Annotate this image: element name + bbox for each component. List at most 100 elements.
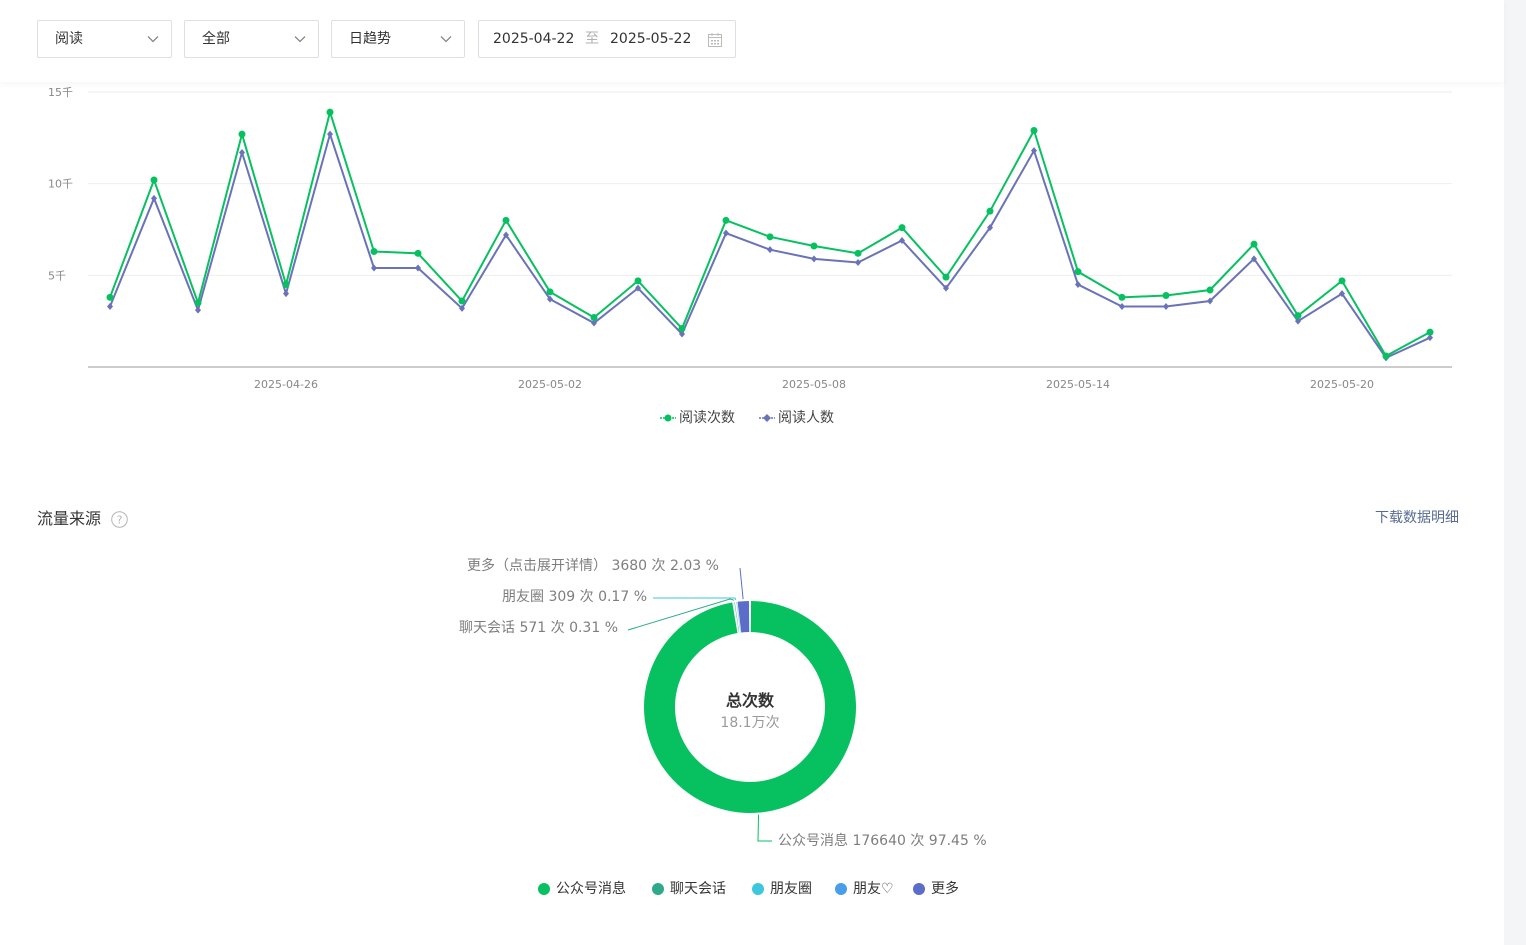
x-tick-label: 2025-05-14 <box>1046 378 1110 391</box>
y-tick-label: 5千 <box>48 269 66 282</box>
calendar-icon <box>708 33 722 47</box>
svg-text:?: ? <box>117 514 123 527</box>
donut-slice <box>737 601 750 633</box>
date-start-input[interactable]: 2025-04-22 <box>493 21 574 57</box>
data-point <box>371 264 377 272</box>
chevron-down-icon <box>440 36 452 43</box>
data-point <box>1074 268 1082 276</box>
slice-label-moments: 朋友圈 309 次 0.17 % <box>502 589 647 605</box>
date-end-input[interactable]: 2025-05-22 <box>610 21 691 57</box>
data-point <box>195 306 201 314</box>
metric-select-value: 阅读 <box>55 31 83 47</box>
scrollbar[interactable] <box>1504 0 1526 945</box>
date-separator: 至 <box>585 31 599 47</box>
data-point <box>1206 286 1214 294</box>
data-point <box>327 130 333 138</box>
data-point <box>678 325 686 332</box>
legend-dot <box>835 883 847 895</box>
data-point <box>1162 292 1170 299</box>
data-point <box>986 207 994 215</box>
leader-line <box>739 567 744 600</box>
legend-dot <box>752 883 764 895</box>
data-point <box>767 246 773 254</box>
granularity-select[interactable]: 日趋势 <box>331 20 465 58</box>
metric-select[interactable]: 阅读 <box>37 20 172 58</box>
data-point <box>810 242 818 250</box>
traffic-source-title: 流量来源 <box>37 509 102 528</box>
data-point <box>811 255 817 263</box>
data-point <box>1119 303 1125 310</box>
data-point <box>150 176 158 184</box>
leader-line <box>653 597 737 601</box>
granularity-select-value: 日趋势 <box>349 31 391 47</box>
slice-label-chat: 聊天会话 571 次 0.31 % <box>459 620 618 636</box>
x-tick-label: 2025-04-26 <box>254 378 318 391</box>
data-point <box>1030 127 1038 134</box>
legend-label: 更多 <box>931 881 959 897</box>
legend-label-reads-count: 阅读次数 <box>679 410 735 426</box>
circle-marker-icon <box>660 414 676 422</box>
data-point <box>282 281 290 288</box>
data-point <box>238 130 246 138</box>
data-point <box>634 277 642 285</box>
data-point <box>590 314 598 321</box>
data-point <box>766 233 774 241</box>
data-point <box>458 297 466 305</box>
legend-label: 朋友♡ <box>853 881 894 897</box>
x-tick-label: 2025-05-08 <box>782 378 846 391</box>
legend-item-reads-count[interactable]: 阅读次数 <box>660 408 742 428</box>
data-point <box>502 216 510 224</box>
chevron-down-icon <box>147 36 159 43</box>
legend-label-readers: 阅读人数 <box>778 410 834 426</box>
data-point <box>1426 328 1434 336</box>
y-tick-label: 15千 <box>48 86 73 99</box>
data-point <box>370 248 378 255</box>
data-point <box>898 224 906 232</box>
data-point <box>106 293 114 301</box>
data-point <box>1075 281 1081 288</box>
data-point <box>414 249 422 257</box>
legend-label: 聊天会话 <box>670 881 726 897</box>
scope-select-value: 全部 <box>202 31 230 47</box>
data-point <box>283 290 289 298</box>
data-point <box>1294 312 1302 320</box>
data-point <box>326 108 334 116</box>
diamond-marker-icon <box>759 414 775 422</box>
data-point <box>855 259 861 266</box>
data-point <box>1250 240 1258 248</box>
data-point <box>854 249 862 257</box>
data-point <box>546 288 554 296</box>
legend-dot <box>652 883 664 895</box>
slice-label-official: 公众号消息 176640 次 97.45 % <box>778 833 987 849</box>
legend-label: 公众号消息 <box>556 881 626 897</box>
trend-line-chart: 5千 10千 15千 2025-04-26 2025-05-02 2025-05-08 20… <box>48 86 1452 391</box>
filter-bar: 阅读 全部 日趋势 2025-04-22 至 2025-05-22 <box>0 0 1504 82</box>
data-point <box>151 194 157 202</box>
legend-dot <box>913 883 925 895</box>
data-point <box>942 273 950 281</box>
data-point <box>239 149 245 156</box>
download-details-link[interactable]: 下载数据明细 <box>1375 508 1459 528</box>
x-tick-label: 2025-05-20 <box>1310 378 1374 391</box>
legend-dot <box>538 883 550 895</box>
legend-label: 朋友圈 <box>770 881 812 897</box>
data-point <box>1118 293 1126 301</box>
help-icon[interactable]: ? <box>111 511 128 528</box>
legend-item-readers[interactable]: 阅读人数 <box>759 408 841 428</box>
data-point <box>722 216 730 224</box>
x-tick-label: 2025-05-02 <box>518 378 582 391</box>
data-point <box>194 299 202 307</box>
donut-center-total: 18.1万次 <box>720 715 780 731</box>
data-point <box>1382 352 1390 360</box>
slice-label-more[interactable]: 更多（点击展开详情） 3680 次 2.03 % <box>467 556 719 576</box>
data-point <box>1338 277 1346 285</box>
y-tick-label: 10千 <box>48 178 73 191</box>
data-point <box>107 303 113 310</box>
leader-line <box>757 814 772 842</box>
data-point <box>1163 303 1169 310</box>
chevron-down-icon <box>294 36 306 43</box>
series-line-readers <box>109 130 1431 360</box>
donut-center-title: 总次数 <box>725 691 774 710</box>
scope-select[interactable]: 全部 <box>184 20 319 58</box>
date-range-picker[interactable]: 2025-04-22 至 2025-05-22 <box>478 20 736 58</box>
